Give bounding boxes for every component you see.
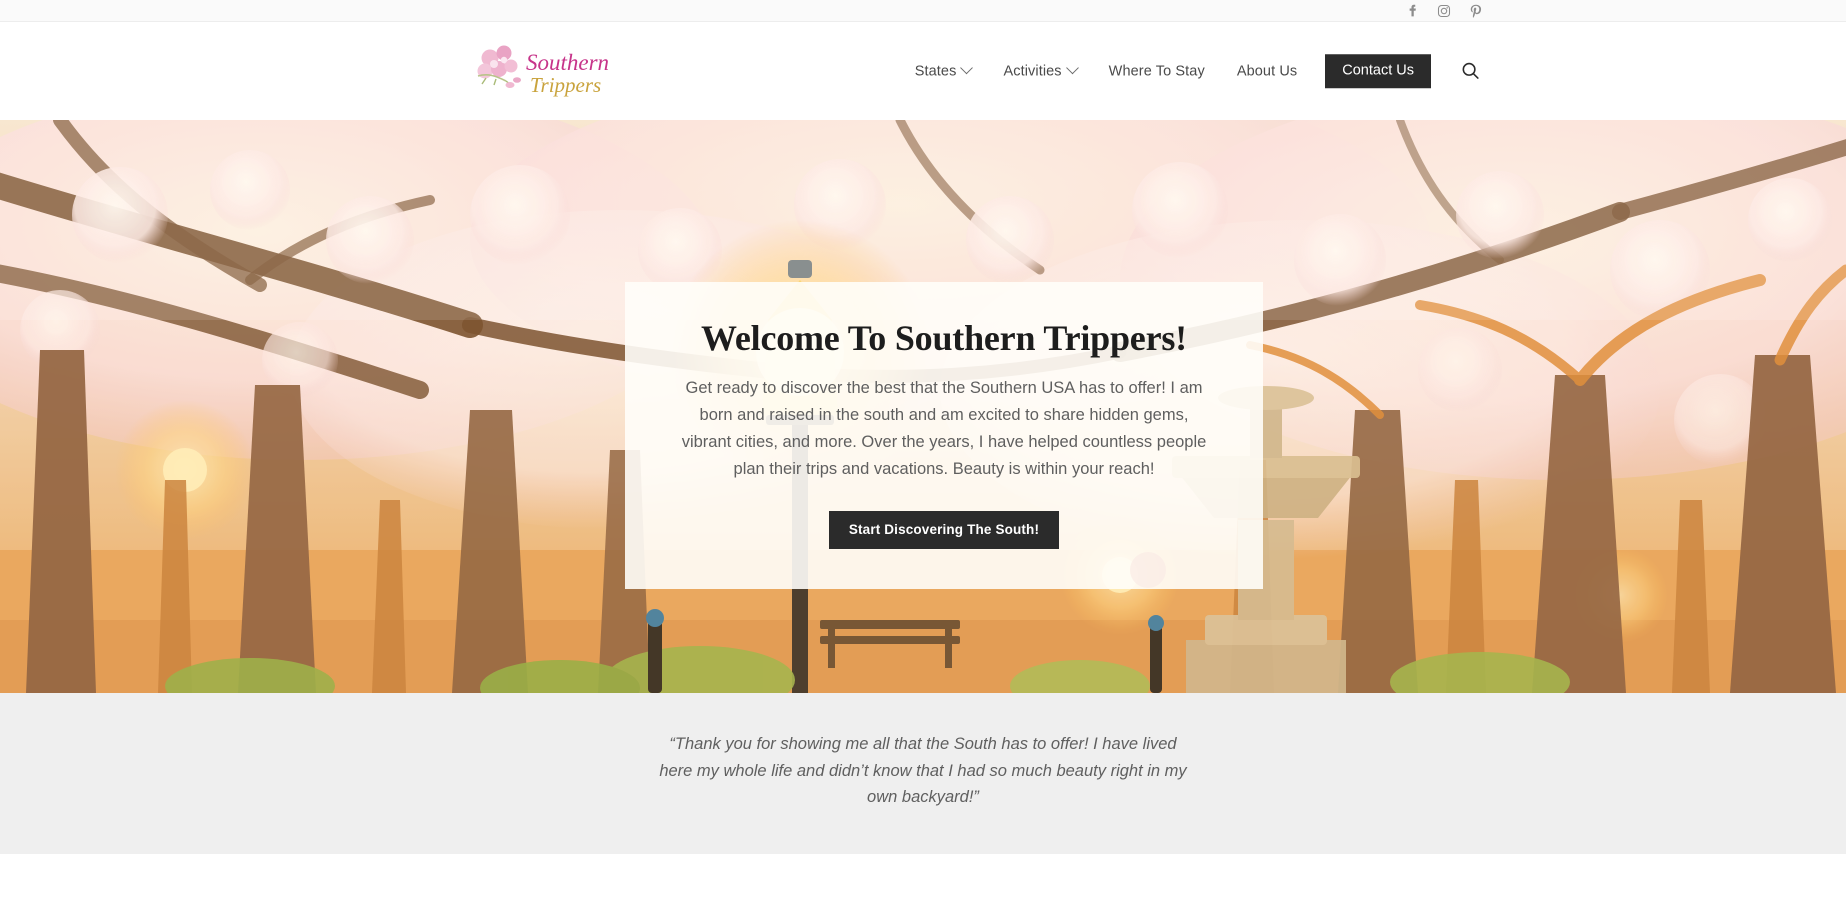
page-bottom-spacer xyxy=(0,854,1846,898)
hero-intro-card: Welcome To Southern Trippers! Get ready … xyxy=(625,282,1263,590)
facebook-icon[interactable] xyxy=(1405,4,1419,18)
pinterest-icon[interactable] xyxy=(1469,4,1483,18)
logo-artwork: Southern Trippers xyxy=(477,45,609,97)
hero-section: Welcome To Southern Trippers! Get ready … xyxy=(0,120,1846,693)
start-discovering-button[interactable]: Start Discovering The South! xyxy=(828,510,1060,550)
nav-item-activities[interactable]: Activities xyxy=(987,61,1092,79)
chevron-down-icon xyxy=(960,61,974,75)
search-icon[interactable] xyxy=(1457,58,1483,84)
site-header: Southern Trippers States Activities Wher… xyxy=(0,22,1846,120)
testimonial-quote: “Thank you for showing me all that the S… xyxy=(659,735,1187,807)
top-utility-bar xyxy=(0,0,1846,22)
nav-item-states[interactable]: States xyxy=(899,61,988,79)
instagram-icon[interactable] xyxy=(1437,4,1451,18)
primary-navigation: States Activities Where To Stay About Us… xyxy=(899,54,1483,88)
logo-text-southern: Southern xyxy=(526,50,609,75)
nav-label-about-us: About Us xyxy=(1236,62,1298,79)
page-title: Welcome To Southern Trippers! xyxy=(701,318,1187,358)
logo-blossoms xyxy=(477,45,521,88)
nav-item-about-us[interactable]: About Us xyxy=(1221,64,1313,79)
nav-label-activities: Activities xyxy=(1003,62,1062,79)
site-logo[interactable]: Southern Trippers xyxy=(466,40,614,102)
contact-us-button[interactable]: Contact Us xyxy=(1325,54,1431,88)
nav-label-where-to-stay: Where To Stay xyxy=(1108,62,1205,79)
social-links xyxy=(1405,4,1483,18)
nav-label-states: States xyxy=(914,62,957,79)
chevron-down-icon xyxy=(1065,61,1079,75)
hero-paragraph: Get ready to discover the best that the … xyxy=(681,379,1207,479)
testimonial-section: “Thank you for showing me all that the S… xyxy=(0,693,1846,854)
logo-text-trippers: Trippers xyxy=(530,73,601,97)
nav-item-where-to-stay[interactable]: Where To Stay xyxy=(1093,64,1221,79)
